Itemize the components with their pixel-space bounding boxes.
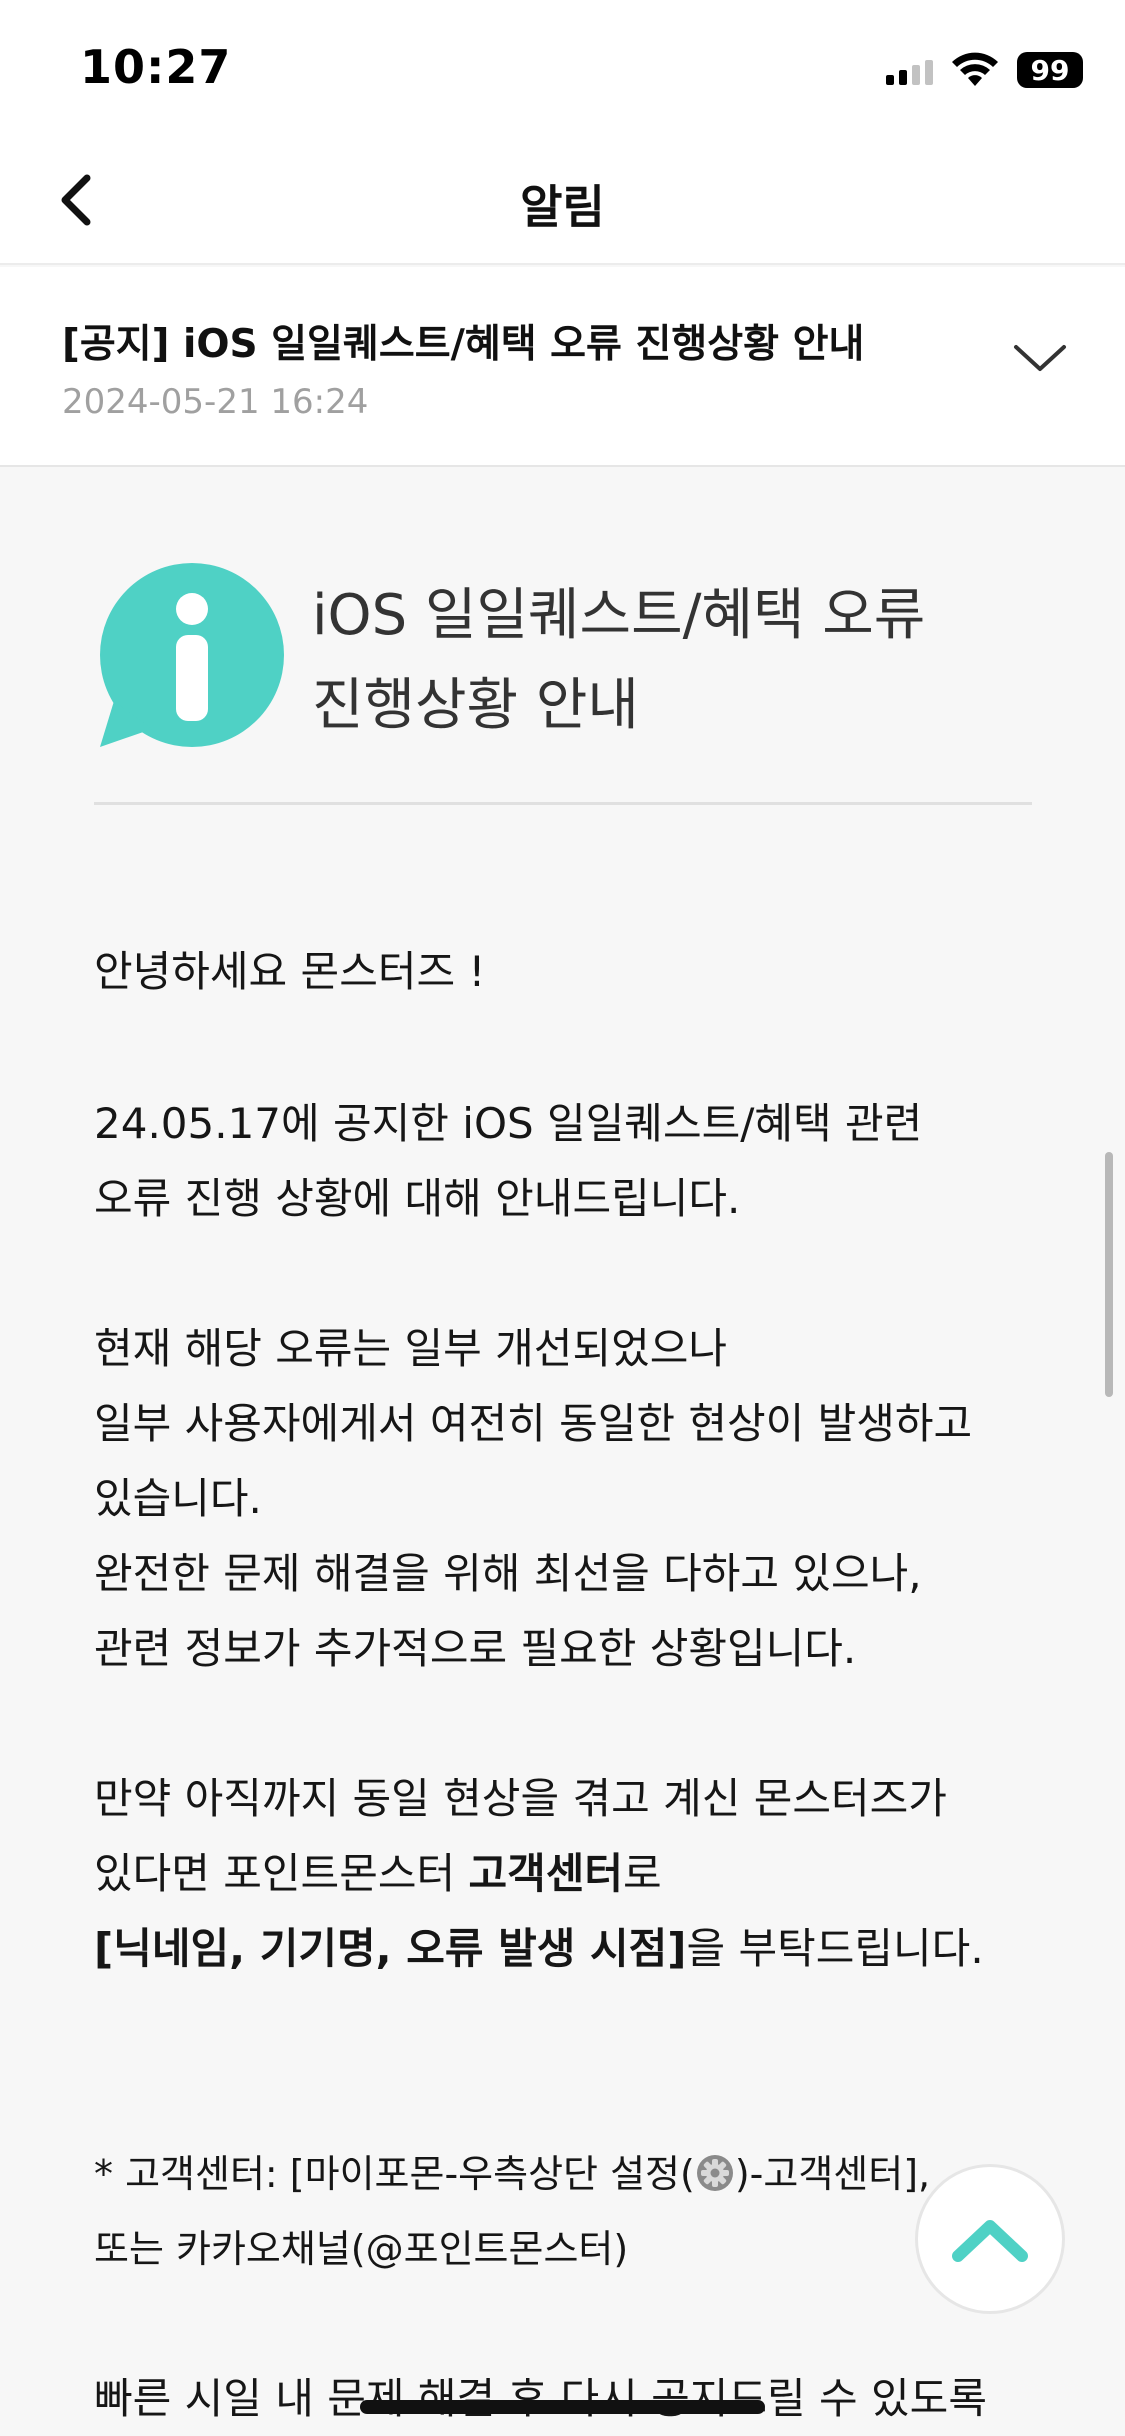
text-line: 현재 해당 오류는 일부 개선되었으나: [94, 1324, 728, 1373]
gear-icon: [696, 2155, 733, 2191]
text-span: 있다면 포인트몬스터: [94, 1849, 469, 1898]
status-bar: 10:27 99: [0, 0, 1125, 135]
notice-intro: iOS 일일퀘스트/혜택 오류 진행상황 안내: [92, 561, 1042, 761]
notice-title: [공지] iOS 일일퀘스트/혜택 오류 진행상황 안내: [62, 322, 865, 367]
paragraph-2: 현재 해당 오류는 일부 개선되었으나 일부 사용자에게서 여전히 동일한 현상…: [94, 1311, 972, 1536]
required-info-text: [닉네임, 기기명, 오류 발생 시점]: [94, 1924, 687, 1973]
text-line: 또는 카카오채널(@포인트몬스터): [94, 2227, 629, 2271]
status-icons: 99: [886, 50, 1083, 90]
battery-indicator: 99: [1017, 52, 1083, 88]
text-line: 일부 사용자에게서 여전히 동일한 현상이 발생하고: [94, 1399, 973, 1448]
text-line: 만약 아직까지 동일 현상을 겪고 계신 몬스터즈가: [94, 1774, 947, 1823]
text-span: 을 부탁드립니다.: [686, 1924, 984, 1973]
intro-title: iOS 일일퀘스트/혜택 오류 진행상황 안내: [312, 571, 1012, 751]
notice-content: iOS 일일퀘스트/혜택 오류 진행상황 안내 안녕하세요 몬스터즈 ! 24.…: [0, 469, 1125, 2436]
intro-title-line: 진행상황 안내: [312, 673, 639, 738]
text-line: [닉네임, 기기명, 오류 발생 시점]을 부탁드립니다.: [94, 1911, 984, 1986]
scroll-to-top-button[interactable]: [915, 2164, 1065, 2314]
greeting-text: 안녕하세요 몬스터즈 !: [94, 947, 486, 996]
home-indicator[interactable]: [360, 2400, 765, 2414]
text-line: 관련 정보가 추가적으로 필요한 상황입니다.: [94, 1624, 857, 1673]
chevron-up-icon: [952, 2220, 1028, 2262]
text-line: 완전한 문제 해결을 위해 최선을 다하고 있으나,: [94, 1549, 922, 1598]
text-span: 로: [623, 1849, 662, 1898]
paragraph-3: 완전한 문제 해결을 위해 최선을 다하고 있으나, 관련 정보가 추가적으로 …: [94, 1536, 922, 1686]
paragraph-1: 24.05.17에 공지한 iOS 일일퀘스트/혜택 관련 오류 진행 상황에 …: [94, 1086, 922, 1236]
notification-detail-screen: 10:27 99 알림 [공지] iOS 일일퀘스트/혜택 오류 진행상황 안내…: [0, 0, 1125, 2436]
text-line: 24.05.17에 공지한 iOS 일일퀘스트/혜택 관련: [94, 1099, 923, 1148]
chevron-down-icon[interactable]: [1010, 337, 1070, 377]
note-paragraph: * 고객센터: [마이포몬-우측상단 설정( )-고객센터], 또는 카카오채널…: [94, 2137, 930, 2287]
info-bubble-icon: [100, 563, 284, 747]
text-line: 있습니다.: [94, 1474, 262, 1523]
wifi-icon: [952, 52, 998, 86]
customer-center-text: 고객센터: [468, 1849, 624, 1898]
divider: [94, 802, 1032, 805]
text-line: * 고객센터: [마이포몬-우측상단 설정( )-고객센터],: [94, 2137, 930, 2212]
paragraph-4: 만약 아직까지 동일 현상을 겪고 계신 몬스터즈가 있다면 포인트몬스터 고객…: [94, 1761, 984, 1986]
page-title: 알림: [520, 180, 605, 234]
scrollbar[interactable]: [1105, 1152, 1113, 1397]
notice-date: 2024-05-21 16:24: [62, 382, 369, 422]
status-time: 10:27: [80, 40, 232, 94]
text-line: 있다면 포인트몬스터 고객센터로: [94, 1836, 984, 1911]
nav-bar: 알림: [0, 135, 1125, 265]
text-span: )-고객센터],: [734, 2152, 931, 2196]
text-line: 빠른 시일 내 문제 해결 후 다시 공지드릴 수 있도록: [94, 2374, 987, 2423]
notice-header[interactable]: [공지] iOS 일일퀘스트/혜택 오류 진행상황 안내 2024-05-21 …: [0, 267, 1125, 467]
paragraph-5: 빠른 시일 내 문제 해결 후 다시 공지드릴 수 있도록: [94, 2361, 987, 2436]
intro-title-line: iOS 일일퀘스트/혜택 오류: [312, 583, 926, 648]
text-span: * 고객센터: [마이포몬-우측상단 설정(: [94, 2152, 695, 2196]
text-line: 오류 진행 상황에 대해 안내드립니다.: [94, 1174, 741, 1223]
signal-icon: [886, 55, 933, 85]
